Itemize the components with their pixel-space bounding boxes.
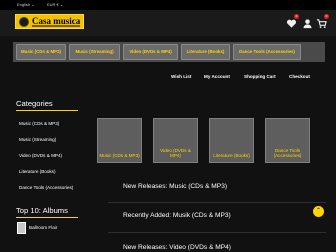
back-to-top-button[interactable]: ⌃ <box>313 206 324 217</box>
tile-label: Video (DVDs & MP4) <box>160 148 191 158</box>
sidebar-item-music-cds[interactable]: Music (CDs & MP3) <box>19 121 59 126</box>
nav-music-streaming[interactable]: Music (Streaming) <box>69 44 120 60</box>
user-icon[interactable] <box>302 16 313 29</box>
section-divider <box>108 232 326 233</box>
nav-dance-tools[interactable]: Dance Tools (Accessories) <box>233 44 301 60</box>
nav-music-cds[interactable]: Music (CDs & MP3) <box>16 44 66 60</box>
logo[interactable]: Casa musica <box>15 14 84 29</box>
top-bar: English ⌄ EUR € ⌄ <box>0 0 336 10</box>
tile-literature[interactable]: Literature (Books) <box>209 118 254 163</box>
sidebar-item-dance-tools[interactable]: Dance Tools (Accessories) <box>19 185 73 190</box>
cart-count-badge: 0 <box>324 14 329 19</box>
my-account-link[interactable]: My Account <box>204 74 230 79</box>
tile-music-cds[interactable]: Music (CDs & MP3) <box>97 118 142 163</box>
currency-selector[interactable]: EUR € ⌄ <box>47 2 63 7</box>
wishlist-count-badge: 0 <box>294 14 299 19</box>
checkout-link[interactable]: Checkout <box>289 74 310 79</box>
logo-underline <box>32 25 80 27</box>
top10-divider <box>16 217 78 218</box>
top10-item[interactable]: Ballroom Flair <box>17 222 83 234</box>
wishlist-link[interactable]: Wish List <box>171 74 191 79</box>
nav-literature[interactable]: Literature (Books) <box>181 44 230 60</box>
tile-video[interactable]: Video (DVDs & MP4) <box>153 118 198 163</box>
nav-video[interactable]: Video (DVDs & MP4) <box>123 44 178 60</box>
language-selector[interactable]: English ⌄ <box>17 2 35 7</box>
tile-dance-tools[interactable]: Dance Tools (Accessories) <box>265 118 310 163</box>
sidebar-item-video[interactable]: Video (DVDs & MP4) <box>19 153 62 158</box>
shopping-cart-link[interactable]: Shopping Cart <box>244 74 276 79</box>
sidebar-item-literature[interactable]: Literature (Books) <box>19 169 56 174</box>
tile-label: Literature (Books) <box>213 153 250 158</box>
main-nav: Music (CDs & MP3) Music (Streaming) Vide… <box>13 42 325 62</box>
wishlist-heart-icon[interactable]: 0 <box>286 14 299 28</box>
tile-label: Dance Tools (Accessories) <box>273 148 302 158</box>
album-title: Ballroom Flair <box>29 225 58 230</box>
logo-disc-icon <box>19 17 29 27</box>
categories-heading: Categories <box>16 99 53 108</box>
cart-icon[interactable]: 0 <box>316 14 329 29</box>
sidebar-item-music-streaming[interactable]: Music (Streaming) <box>19 137 56 142</box>
section-divider <box>108 202 326 203</box>
tile-label: Music (CDs & MP3) <box>99 153 140 158</box>
categories-divider <box>16 110 78 111</box>
album-thumbnail <box>17 222 26 234</box>
section-new-releases-video: New Releases: Video (DVDs & MP4) <box>123 244 231 251</box>
section-recently-added: Recently Added: Musik (CDs & MP3) <box>123 212 231 219</box>
section-new-releases-music: New Releases: Music (CDs & MP3) <box>123 183 228 190</box>
top10-heading: Top 10: Albums <box>16 206 68 215</box>
